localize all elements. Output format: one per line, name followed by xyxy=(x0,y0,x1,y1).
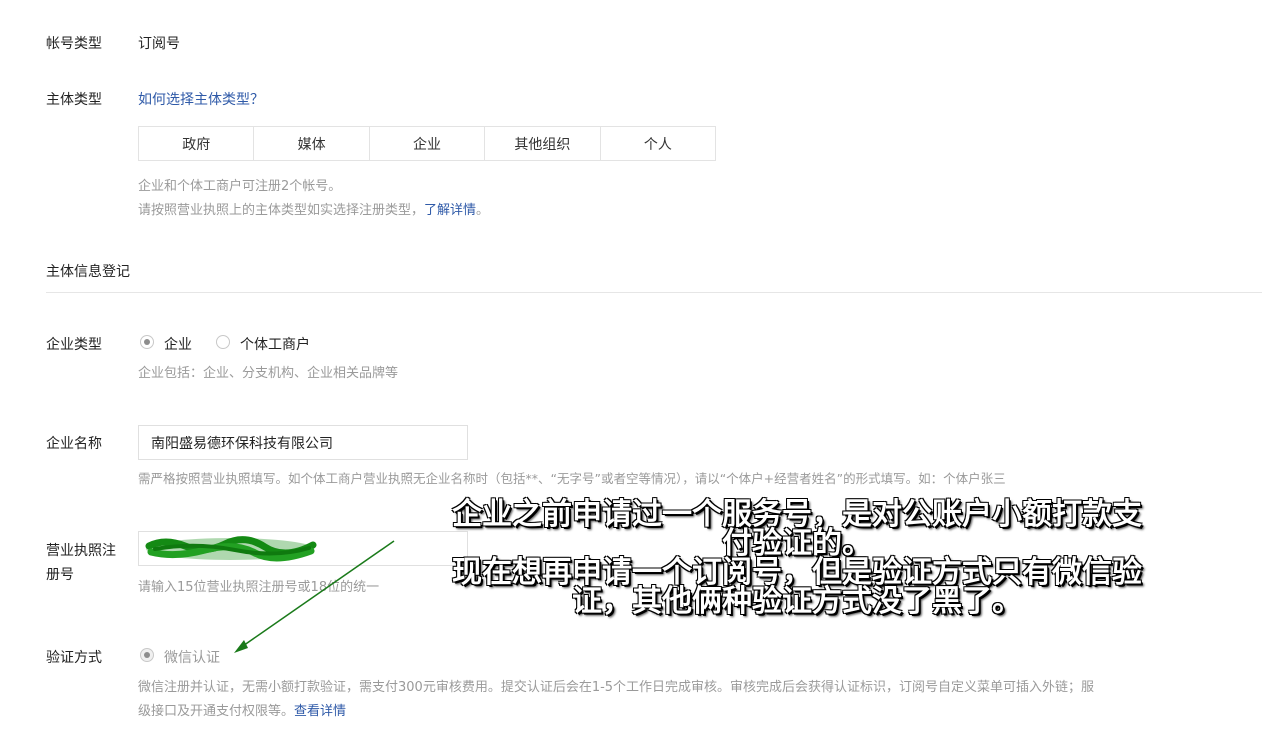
entity-option-media[interactable]: 媒体 xyxy=(254,127,370,160)
verify-hint-2: 级接口及开通支付权限等。查看详情 xyxy=(138,700,346,719)
verify-hint-text: 级接口及开通支付权限等。 xyxy=(138,704,295,719)
annotation-line-1: 企业之前申请过一个服务号，是对公账户小额打款支 xyxy=(452,497,1142,532)
enterprise-name-hint: 需严格按照营业执照填写。如个体工商户营业执照无企业名称时（包括**、“无字号”或… xyxy=(138,471,1006,486)
verify-hint-1: 微信注册并认证，无需小额打款验证，需支付300元审核费用。提交认证后会在1-5个… xyxy=(138,680,1095,695)
entity-type-hint-1: 企业和个体工商户可注册2个帐号。 xyxy=(138,179,342,194)
verify-label: 验证方式 xyxy=(46,650,102,666)
radio-enterprise-label: 企业 xyxy=(164,337,192,353)
entity-type-hint-end: 。 xyxy=(476,203,490,218)
section-title: 主体信息登记 xyxy=(46,264,130,280)
radio-enterprise[interactable] xyxy=(140,335,154,349)
entity-option-individual[interactable]: 个人 xyxy=(601,127,715,160)
entity-type-hint-text: 请按照营业执照上的主体类型如实选择注册类型， xyxy=(138,203,425,218)
entity-type-label: 主体类型 xyxy=(46,92,102,108)
radio-individual-business-label: 个体工商户 xyxy=(240,337,310,353)
radio-wechat-verify-label: 微信认证 xyxy=(164,650,220,666)
section-divider xyxy=(46,292,1262,293)
license-label-line1: 营业执照注 xyxy=(46,543,116,559)
enterprise-type-hint: 企业包括：企业、分支机构、企业相关品牌等 xyxy=(138,366,399,381)
annotation-text: 企业之前申请过一个服务号，是对公账户小额打款支 付验证的。 现在想再申请一个订阅… xyxy=(412,497,1182,619)
license-label-line2: 册号 xyxy=(46,567,74,583)
annotation-line-3: 现在想再申请一个订阅号，但是验证方式只有微信验 xyxy=(452,555,1142,590)
radio-individual-business[interactable] xyxy=(216,335,230,349)
annotation-line-4: 证，其他俩种验证方式没了黑了。 xyxy=(572,584,1022,619)
learn-more-link[interactable]: 了解详情 xyxy=(424,203,476,218)
entity-type-selector: 政府 媒体 企业 其他组织 个人 xyxy=(138,126,716,161)
enterprise-name-label: 企业名称 xyxy=(46,436,102,452)
enterprise-name-input[interactable]: 南阳盛易德环保科技有限公司 xyxy=(138,425,468,460)
radio-wechat-verify[interactable] xyxy=(140,648,154,662)
entity-option-enterprise[interactable]: 企业 xyxy=(370,127,486,160)
entity-type-help-link[interactable]: 如何选择主体类型？ xyxy=(138,89,264,109)
enterprise-type-label: 企业类型 xyxy=(46,337,102,353)
entity-option-other-org[interactable]: 其他组织 xyxy=(485,127,601,160)
annotation-line-2: 付验证的。 xyxy=(722,526,872,561)
entity-type-hint-2: 请按照营业执照上的主体类型如实选择注册类型，了解详情。 xyxy=(138,199,489,218)
license-hint: 请输入15位营业执照注册号或18位的统一 xyxy=(138,580,380,595)
redaction-scribble xyxy=(145,536,317,562)
view-details-link[interactable]: 查看详情 xyxy=(294,704,346,719)
account-type-value: 订阅号 xyxy=(138,36,180,52)
account-type-label: 帐号类型 xyxy=(46,36,102,52)
entity-option-government[interactable]: 政府 xyxy=(139,127,255,160)
